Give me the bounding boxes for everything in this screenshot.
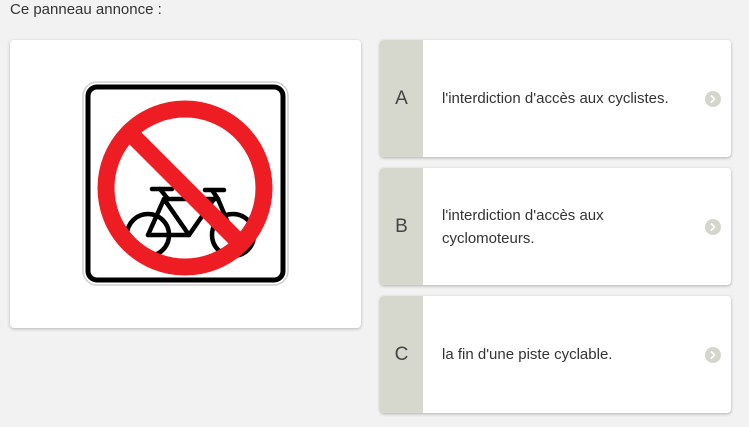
chevron-right-icon[interactable] [705, 90, 721, 107]
sign-image-card [10, 40, 361, 328]
answer-text: l'interdiction d'accès aux cyclomoteurs. [442, 206, 604, 247]
answer-letter: C [380, 296, 423, 413]
answer-option-a[interactable]: A l'interdiction d'accès aux cyclistes. [380, 40, 731, 157]
answer-letter: B [380, 168, 423, 285]
no-bicycles-sign-icon [82, 81, 289, 286]
chevron-right-icon[interactable] [705, 346, 721, 363]
answer-letter: A [380, 40, 423, 157]
answer-text: la fin d'une piste cyclable. [442, 346, 613, 363]
answer-option-c[interactable]: C la fin d'une piste cyclable. [380, 296, 731, 413]
answer-option-b[interactable]: B l'interdiction d'accès aux cyclomoteur… [380, 168, 731, 285]
question-text: Ce panneau annonce : [10, 1, 162, 18]
chevron-right-icon[interactable] [705, 218, 721, 235]
answer-text: l'interdiction d'accès aux cyclistes. [442, 90, 669, 107]
